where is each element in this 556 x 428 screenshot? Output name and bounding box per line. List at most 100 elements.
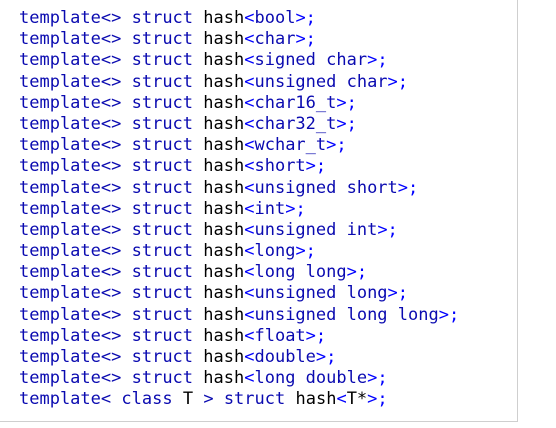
angle-close-semicolon: >; [367, 368, 388, 389]
template-argument-type: char16_t [254, 92, 337, 113]
angle-open: < [336, 389, 347, 410]
struct-name: hash [203, 262, 245, 283]
angle-close-semicolon: >; [285, 198, 306, 219]
struct-name: hash [203, 304, 245, 325]
template-keyword: template<> [19, 241, 122, 262]
code-line: template<> struct hash<long>; [19, 241, 459, 262]
struct-keyword: struct [131, 50, 194, 71]
angle-close-semicolon: >; [305, 325, 327, 346]
struct-keyword: struct [131, 113, 194, 134]
angle-open: < [244, 92, 255, 113]
code-line: template<> struct hash<bool>; [19, 8, 459, 29]
code-line: template<> struct hash<short>; [19, 156, 459, 177]
template-argument-type: short [254, 156, 306, 177]
angle-open: < [244, 177, 255, 198]
template-argument-type: char [254, 29, 296, 50]
angle-close-semicolon: >; [336, 92, 357, 113]
template-keyword: template<> [19, 50, 122, 71]
struct-name: hash [203, 283, 245, 304]
template-argument-type: unsigned short [254, 177, 398, 198]
code-line: template<> struct hash<unsigned long lon… [19, 305, 459, 326]
code-line: template<> struct hash<char32_t>; [19, 114, 459, 135]
angle-open: < [244, 113, 255, 134]
template-argument-type: bool [254, 8, 296, 28]
code-line: template<> struct hash<wchar_t>; [19, 135, 459, 156]
code-line: template<> struct hash<char16_t>; [19, 93, 459, 114]
template-argument-type: long long [254, 262, 347, 283]
struct-keyword: struct [131, 368, 194, 389]
angle-close: > [203, 389, 214, 410]
angle-open: < [244, 50, 255, 71]
struct-keyword: struct [131, 135, 194, 156]
template-keyword: template<> [19, 8, 122, 28]
struct-keyword: struct [223, 389, 286, 410]
struct-name: hash [203, 219, 245, 240]
template-keyword: template< [19, 389, 112, 410]
struct-name: hash [203, 113, 245, 134]
angle-open: < [244, 8, 255, 28]
struct-keyword: struct [131, 283, 194, 304]
code-line: template<> struct hash<signed char>; [19, 50, 459, 71]
angle-close-semicolon: >; [315, 347, 337, 367]
template-keyword: template<> [19, 135, 122, 156]
angle-open: < [244, 347, 255, 367]
angle-open: < [244, 29, 255, 50]
template-argument-type: T* [346, 389, 368, 410]
angle-close-semicolon: >; [295, 29, 316, 50]
template-keyword: template<> [19, 325, 122, 346]
struct-keyword: struct [131, 241, 194, 262]
struct-keyword: struct [131, 177, 194, 198]
angle-open: < [244, 325, 255, 346]
template-argument-type: float [254, 325, 306, 346]
code-line: template<> struct hash<double>; [19, 347, 459, 368]
struct-keyword: struct [131, 8, 194, 28]
template-keyword: template<> [19, 177, 122, 198]
angle-close-semicolon: >; [387, 71, 409, 92]
struct-name: hash [203, 241, 245, 262]
struct-keyword: struct [131, 262, 194, 283]
code-line: template<> struct hash<float>; [19, 326, 459, 347]
angle-close-semicolon: >; [305, 156, 327, 177]
struct-name: hash [203, 92, 245, 113]
template-keyword: template<> [19, 198, 122, 219]
class-keyword: class [121, 389, 173, 410]
angle-open: < [244, 219, 255, 240]
template-argument-type: double [254, 347, 316, 367]
angle-open: < [244, 304, 255, 325]
angle-close-semicolon: >; [367, 389, 388, 410]
code-line: template< class T > struct hash<T*>; [19, 389, 459, 410]
template-keyword: template<> [19, 29, 122, 50]
angle-close-semicolon: >; [438, 304, 460, 325]
struct-name: hash [203, 325, 245, 346]
struct-name: hash [203, 8, 245, 28]
struct-name: hash [203, 177, 245, 198]
template-argument-type: char32_t [254, 113, 337, 134]
code-line: template<> struct hash<unsigned short>; [19, 178, 459, 199]
struct-name: hash [203, 50, 245, 71]
code-line: template<> struct hash<long double>; [19, 368, 459, 389]
angle-close-semicolon: >; [346, 262, 368, 283]
code-line: template<> struct hash<unsigned int>; [19, 220, 459, 241]
template-argument-type: unsigned long [254, 283, 388, 304]
template-argument-type: long [254, 241, 296, 262]
angle-open: < [244, 198, 255, 219]
struct-name: hash [203, 347, 245, 367]
struct-keyword: struct [131, 92, 194, 113]
code-viewer: template<> struct hash<bool>; template<> … [0, 0, 518, 422]
struct-keyword: struct [131, 219, 194, 240]
struct-keyword: struct [131, 347, 194, 367]
struct-name: hash [203, 156, 245, 177]
angle-close-semicolon: >; [326, 135, 347, 156]
template-keyword: template<> [19, 368, 122, 389]
template-parameter: T [182, 389, 194, 410]
template-argument-type: unsigned long long [254, 304, 439, 325]
struct-keyword: struct [131, 198, 194, 219]
code-line: template<> struct hash<int>; [19, 199, 459, 220]
template-keyword: template<> [19, 92, 122, 113]
struct-name: hash [203, 135, 245, 156]
angle-close-semicolon: >; [295, 8, 316, 28]
angle-close-semicolon: >; [367, 50, 388, 71]
template-argument-type: signed char [254, 50, 368, 71]
struct-name: hash [203, 198, 245, 219]
code-line: template<> struct hash<unsigned char>; [19, 72, 459, 93]
